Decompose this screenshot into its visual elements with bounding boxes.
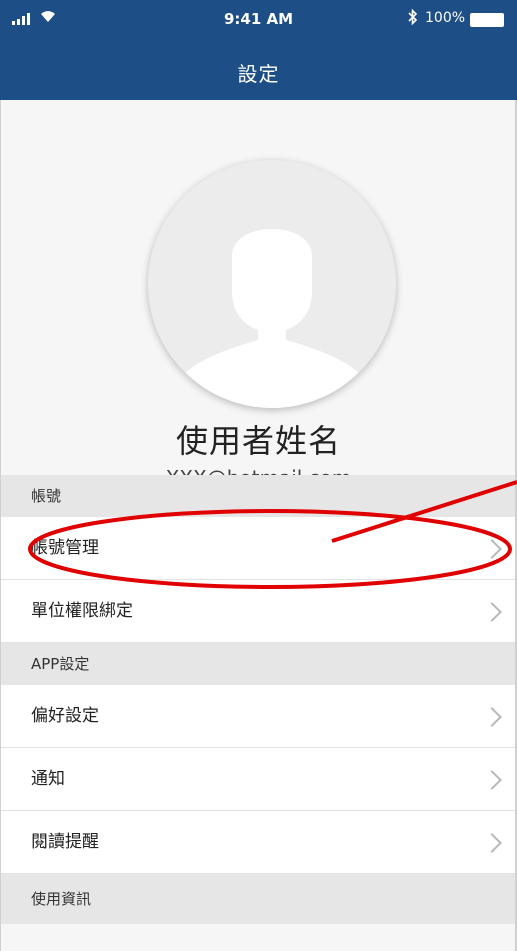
reading-reminder-row[interactable]: 閱讀提醒	[0, 811, 517, 874]
user-name: 使用者姓名	[175, 422, 341, 460]
profile-section: 使用者姓名 XXX@hotmail.com	[0, 100, 517, 490]
unit-permission-binding-row[interactable]: 單位權限綁定	[0, 580, 517, 643]
row-label: 閱讀提醒	[31, 832, 99, 852]
user-silhouette-icon[interactable]	[148, 160, 396, 408]
chevron-right-icon	[482, 770, 502, 790]
section-header-account: 帳號	[0, 475, 517, 517]
frame-border-left	[0, 100, 1, 951]
page-title: 設定	[237, 62, 280, 86]
account-management-row[interactable]: 帳號管理	[0, 517, 517, 580]
chevron-right-icon	[482, 539, 502, 559]
bluetooth-icon	[408, 8, 418, 29]
settings-screen: 9:41 AM 100% 設定 使用者姓名 XXX@hotmail.com 帳號…	[0, 0, 517, 951]
section-header-app-settings: APP設定	[0, 643, 517, 685]
row-label: 偏好設定	[31, 706, 99, 726]
status-bar: 9:41 AM 100%	[0, 0, 517, 40]
section-header-usage-info: 使用資訊	[0, 874, 517, 924]
notifications-row[interactable]: 通知	[0, 748, 517, 811]
chevron-right-icon	[482, 602, 502, 622]
battery-icon	[470, 13, 504, 27]
row-label: 單位權限綁定	[31, 601, 133, 621]
preferences-row[interactable]: 偏好設定	[0, 685, 517, 748]
top-bar: 9:41 AM 100% 設定	[0, 0, 517, 100]
battery-percentage: 100%	[425, 10, 466, 26]
chevron-right-icon	[482, 833, 502, 853]
chevron-right-icon	[482, 707, 502, 727]
row-label: 通知	[31, 769, 65, 789]
row-label: 帳號管理	[31, 538, 99, 558]
